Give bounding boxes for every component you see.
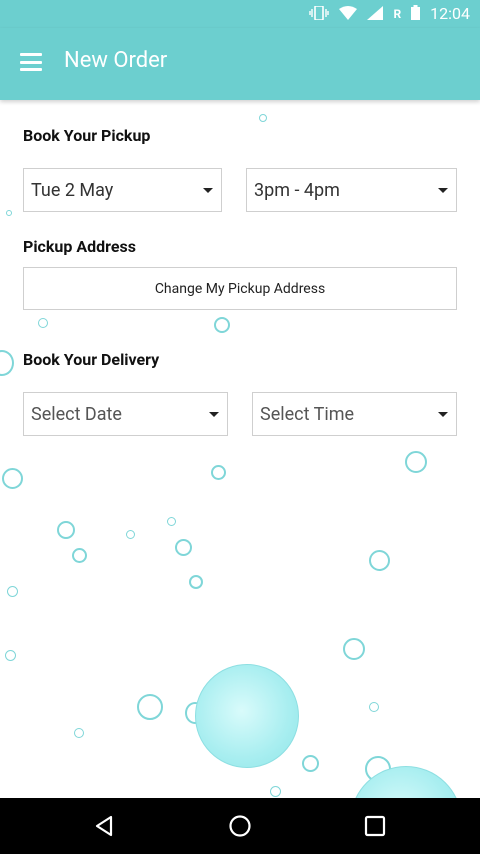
delivery-date-dropdown[interactable]: Select Date xyxy=(23,392,228,436)
page-title: New Order xyxy=(64,48,168,73)
status-bar: R 12:04 xyxy=(0,0,480,28)
change-pickup-address-button[interactable]: Change My Pickup Address xyxy=(23,267,457,310)
app-bar: New Order xyxy=(0,28,480,100)
roaming-indicator: R xyxy=(393,7,402,21)
status-time: 12:04 xyxy=(430,4,470,23)
pickup-date-dropdown[interactable]: Tue 2 May xyxy=(23,168,222,212)
back-icon[interactable] xyxy=(91,812,119,840)
pickup-heading: Book Your Pickup xyxy=(23,126,151,145)
caret-down-icon xyxy=(438,188,448,193)
caret-down-icon xyxy=(209,412,219,417)
caret-down-icon xyxy=(438,412,448,417)
home-icon[interactable] xyxy=(226,812,254,840)
wifi-icon xyxy=(339,5,358,24)
pickup-time-value: 3pm - 4pm xyxy=(254,179,340,201)
battery-icon xyxy=(411,4,421,24)
pickup-date-value: Tue 2 May xyxy=(31,179,114,201)
delivery-date-placeholder: Select Date xyxy=(31,403,122,425)
address-heading: Pickup Address xyxy=(23,237,136,256)
delivery-time-dropdown[interactable]: Select Time xyxy=(252,392,457,436)
caret-down-icon xyxy=(203,188,213,193)
delivery-heading: Book Your Delivery xyxy=(23,350,160,369)
pickup-time-dropdown[interactable]: 3pm - 4pm xyxy=(246,168,457,212)
signal-icon xyxy=(367,5,384,24)
delivery-time-placeholder: Select Time xyxy=(260,403,355,425)
menu-icon[interactable] xyxy=(20,53,42,71)
order-form: Book Your Pickup Tue 2 May 3pm - 4pm Pic… xyxy=(0,100,480,798)
system-nav-bar xyxy=(0,798,480,854)
vibrate-icon xyxy=(309,4,330,24)
recents-icon[interactable] xyxy=(361,812,389,840)
